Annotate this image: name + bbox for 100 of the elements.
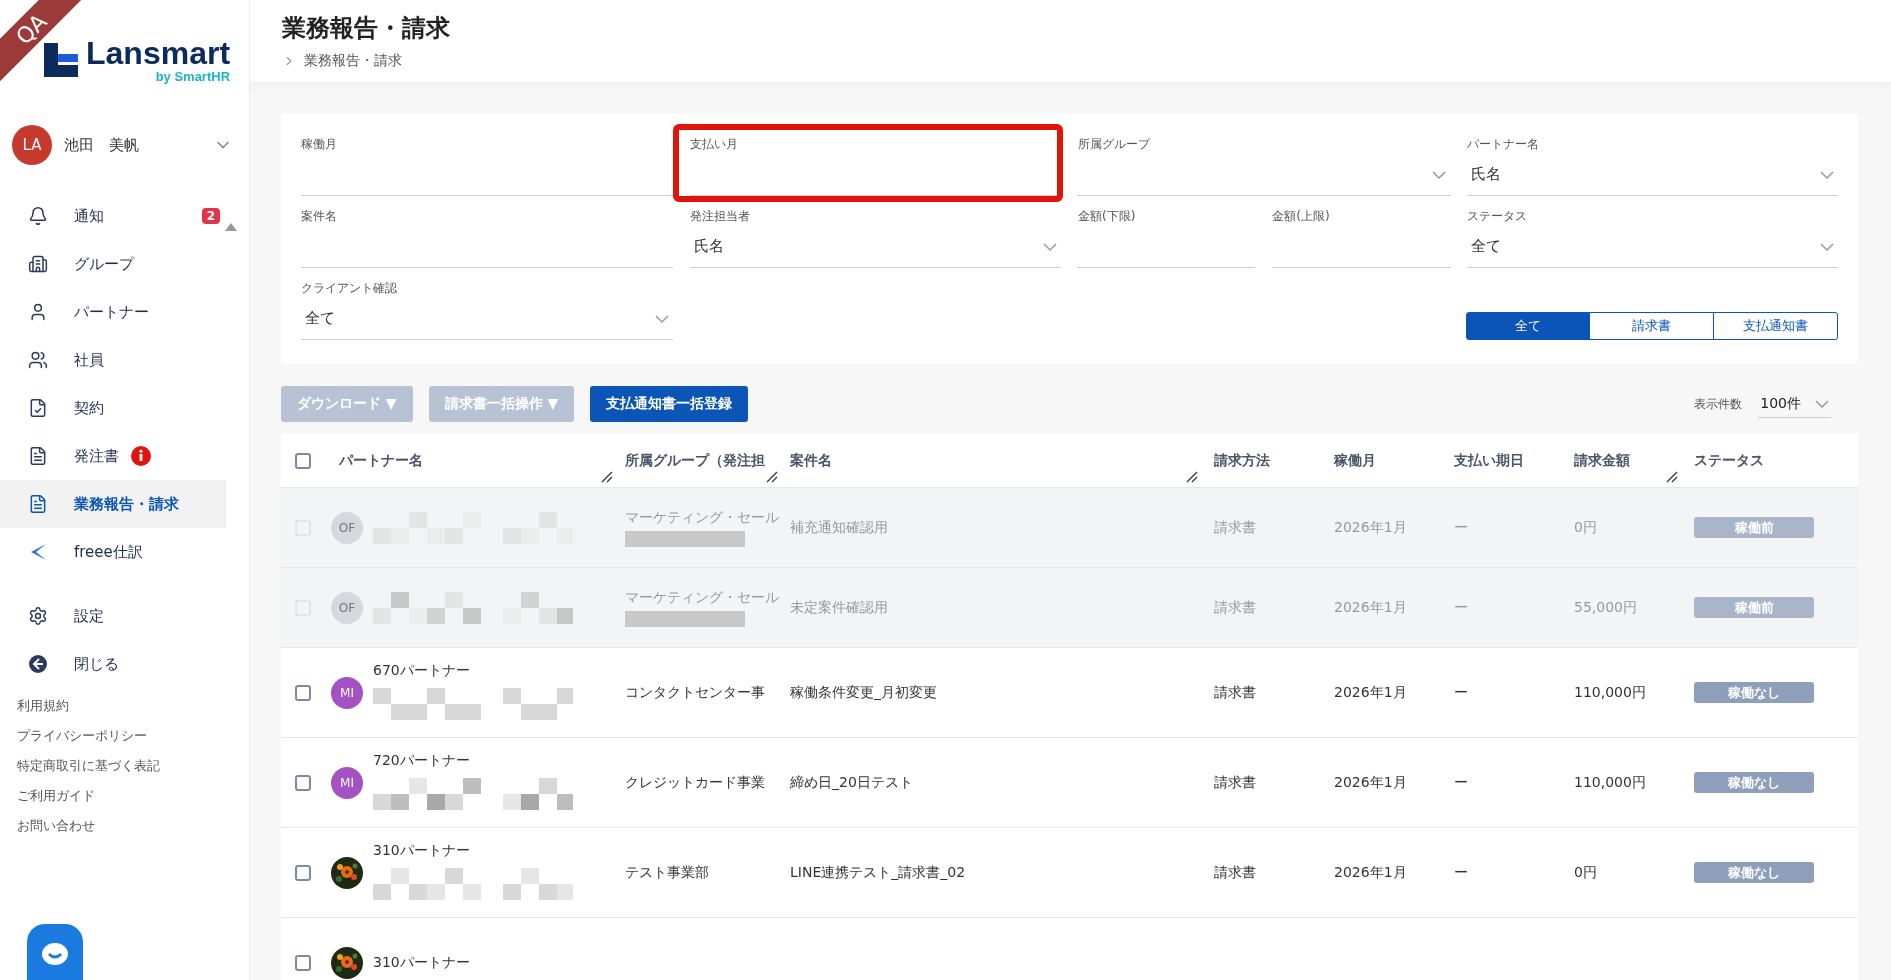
footer-link[interactable]: 特定商取引に基づく表記	[17, 758, 249, 775]
table-cell: マーケティング・セール	[625, 588, 779, 607]
action-button[interactable]: 支払通知書一括登録	[590, 386, 749, 422]
chevron-down-icon	[1431, 170, 1446, 179]
chevron-down-icon	[1820, 242, 1834, 251]
select-value: 100件	[1760, 394, 1801, 413]
user-avatar[interactable]: LA	[12, 125, 52, 165]
footer-link[interactable]: プライバシーポリシー	[17, 728, 249, 745]
breadcrumb-item[interactable]: 業務報告・請求	[304, 52, 402, 70]
field-label: 所属グループ	[1078, 136, 1150, 153]
partner-avatar: MI	[331, 676, 363, 709]
column-header[interactable]: パートナー名	[339, 451, 423, 470]
filter-tab[interactable]: 全て	[1465, 312, 1591, 340]
chevron-down-icon	[1815, 399, 1829, 408]
table-cell: 2026年1月	[1334, 598, 1407, 617]
resize-handle-icon[interactable]	[1186, 471, 1198, 483]
partner-avatar: OF	[331, 511, 363, 544]
sidebar-item-label: グループ	[74, 254, 134, 274]
sidebar-item-label: パートナー	[74, 302, 149, 322]
document-icon	[28, 446, 48, 466]
table-cell: クレジットカード事業	[625, 773, 765, 792]
row-checkbox[interactable]	[295, 774, 311, 791]
sidebar-item-label: 発注書	[74, 446, 119, 466]
table-cell: 請求書	[1214, 683, 1256, 702]
column-header[interactable]: 所属グループ（発注担	[625, 451, 765, 470]
table-cell: 2026年1月	[1334, 683, 1407, 702]
column-header[interactable]: 稼働月	[1334, 451, 1376, 470]
table-cell[interactable]: LINE連携テスト_請求書_02	[790, 863, 966, 882]
field-label: 金額(上限)	[1272, 208, 1330, 225]
column-header[interactable]: ステータス	[1694, 451, 1764, 470]
field-label: パートナー名	[1466, 136, 1539, 153]
filter-tab[interactable]: 請求書	[1589, 312, 1715, 340]
select-field[interactable]: 氏名	[689, 226, 1061, 268]
chat-icon	[40, 942, 70, 968]
user-icon	[28, 302, 48, 322]
partner-avatar: MI	[331, 766, 363, 799]
sidebar-item[interactable]: 発注書	[0, 432, 226, 480]
select-field[interactable]: 氏名	[1466, 154, 1838, 196]
table-cell: ー	[1454, 863, 1468, 882]
table-cell: 55,000円	[1574, 598, 1637, 617]
column-header[interactable]: 案件名	[790, 451, 832, 470]
sidebar-item-label: 業務報告・請求	[74, 494, 179, 514]
table-cell: ー	[1454, 773, 1468, 792]
footer-link[interactable]: お問い合わせ	[17, 818, 249, 835]
resize-handle-icon[interactable]	[766, 471, 778, 483]
table-cell: 2026年1月	[1334, 518, 1407, 537]
select-field[interactable]: 全て	[1466, 226, 1838, 268]
table-cell: テスト事業部	[625, 863, 709, 882]
sidebar-item[interactable]: 社員	[0, 336, 226, 384]
filter-tab[interactable]: 支払通知書	[1713, 312, 1838, 340]
table-cell: ー	[1454, 683, 1468, 702]
partner-name[interactable]: 310パートナー	[373, 841, 573, 860]
chevron-down-icon	[1043, 242, 1057, 251]
sidebar-item[interactable]: 閉じる	[0, 640, 226, 688]
field-label: 支払い月	[689, 136, 738, 153]
footer-link[interactable]: ご利用ガイド	[17, 788, 249, 805]
partner-name[interactable]: 670パートナー	[373, 661, 573, 680]
chat-button[interactable]	[27, 924, 83, 980]
sidebar-item[interactable]: 契約	[0, 384, 226, 432]
table-cell: 2026年1月	[1334, 863, 1407, 882]
table-cell[interactable]: 締め日_20日テスト	[790, 773, 913, 792]
user-name: 池田 美帆	[64, 135, 140, 155]
partner-name[interactable]: 310パートナー	[373, 953, 470, 972]
chevron-down-icon	[654, 314, 669, 323]
column-header[interactable]: 請求方法	[1214, 451, 1270, 470]
sidebar-item[interactable]: 通知 2	[0, 192, 226, 240]
select-field[interactable]: 全て	[301, 298, 673, 340]
select-all-checkbox[interactable]	[295, 452, 311, 469]
resize-handle-icon[interactable]	[1666, 471, 1678, 483]
sidebar-item-label: 閉じる	[74, 654, 119, 674]
row-checkbox[interactable]	[295, 954, 311, 971]
page-size-select[interactable]: 100件	[1758, 390, 1831, 418]
logo-icon	[44, 43, 78, 77]
chevron-down-icon	[1820, 170, 1834, 179]
row-checkbox[interactable]	[295, 684, 311, 701]
footer-link[interactable]: 利用規約	[17, 698, 249, 715]
partner-name[interactable]: 720パートナー	[373, 751, 573, 770]
status-badge: 稼働なし	[1694, 682, 1814, 703]
table-cell: 0円	[1574, 518, 1597, 537]
table-cell[interactable]: 稼働条件変更_月初変更	[790, 683, 937, 702]
scroll-up-icon[interactable]	[224, 222, 238, 232]
table-cell: ー	[1454, 598, 1468, 617]
table-cell: 請求書	[1214, 518, 1256, 537]
sidebar-item[interactable]: パートナー	[0, 288, 226, 336]
sidebar-item[interactable]: 設定	[0, 592, 226, 640]
table-cell: 請求書	[1214, 773, 1256, 792]
field-label: ステータス	[1466, 208, 1527, 225]
status-badge: 稼働なし	[1694, 862, 1814, 883]
field-label: 発注担当者	[689, 208, 750, 225]
status-badge: 稼働前	[1694, 517, 1814, 538]
resize-handle-icon[interactable]	[601, 471, 613, 483]
sidebar-item[interactable]: freee仕訳	[0, 528, 226, 576]
sidebar-item[interactable]: 業務報告・請求	[0, 480, 226, 528]
column-header[interactable]: 支払い期日	[1454, 451, 1524, 470]
column-header[interactable]: 請求金額	[1574, 451, 1630, 470]
sidebar-item[interactable]: グループ	[0, 240, 226, 288]
select-value: 全て	[1470, 237, 1501, 256]
table-cell: 110,000円	[1574, 773, 1646, 792]
table-cell: 0円	[1574, 863, 1597, 882]
row-checkbox[interactable]	[295, 864, 311, 881]
